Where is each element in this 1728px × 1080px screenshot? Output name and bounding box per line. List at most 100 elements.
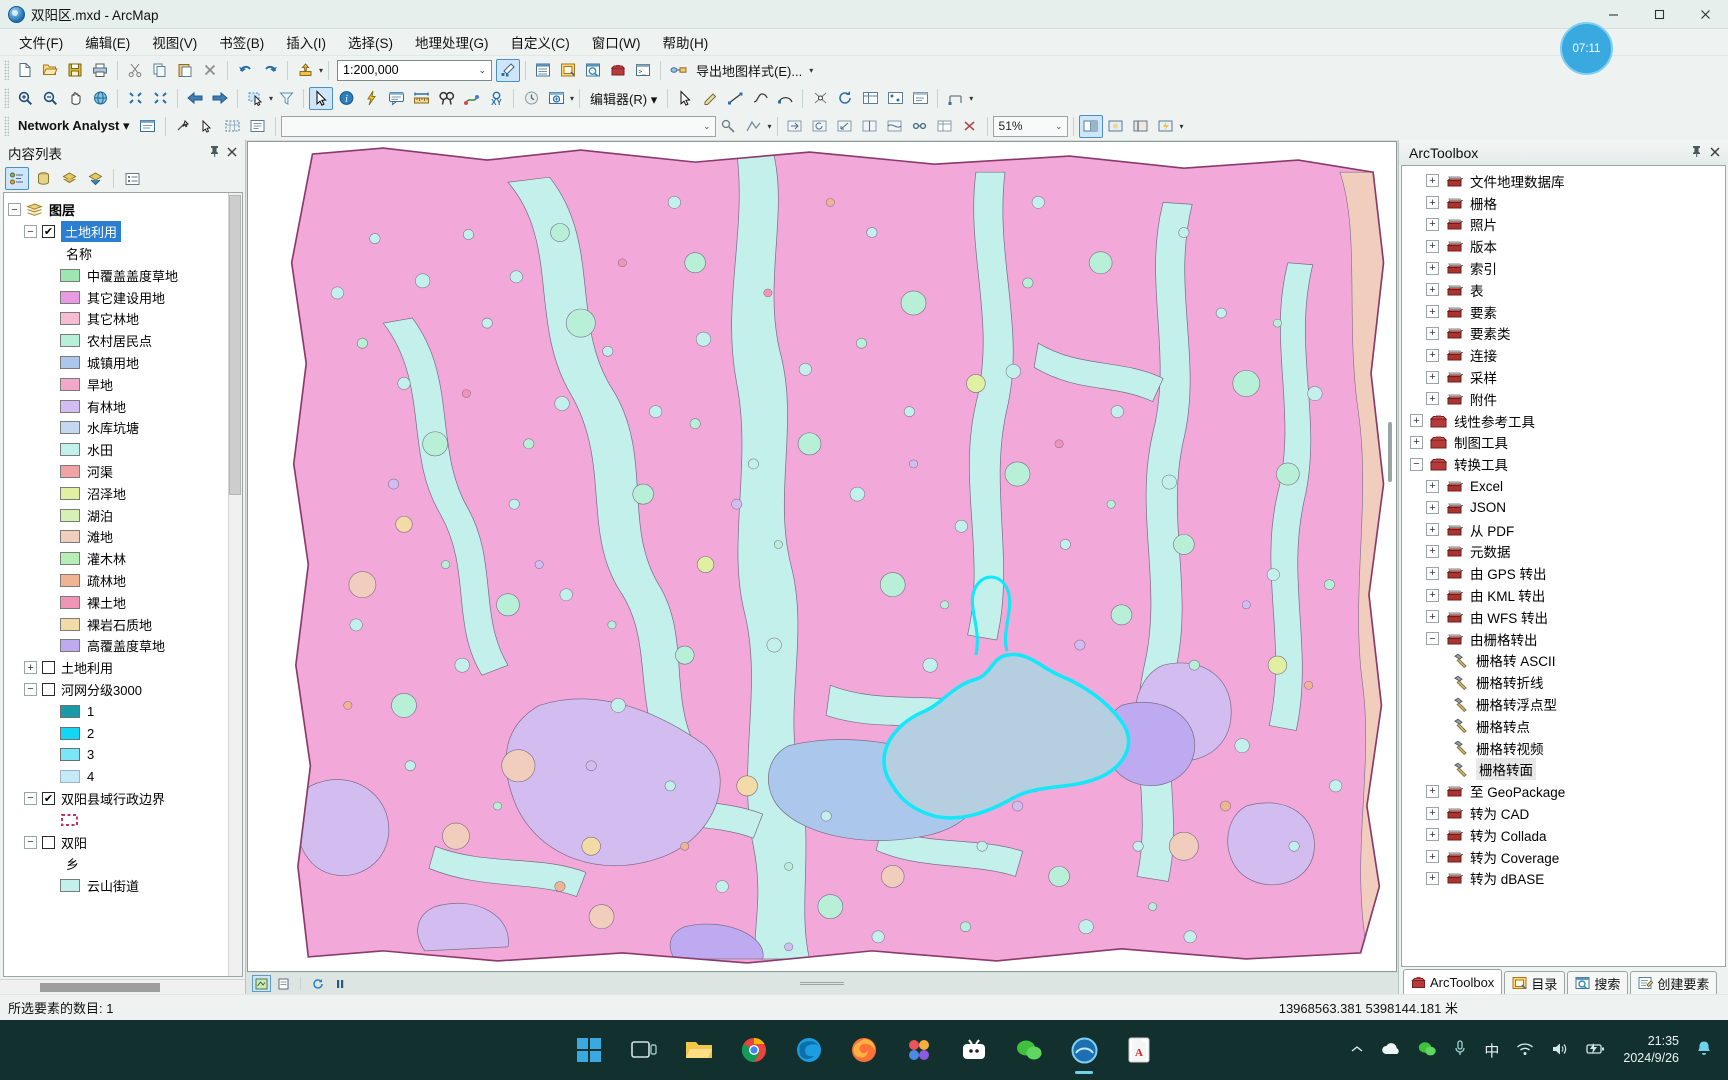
redo-icon[interactable] bbox=[258, 59, 282, 82]
arctoolbox-tree-item[interactable]: + 由 KML 转出 bbox=[1402, 584, 1725, 606]
taskbar-clock[interactable]: 21:35 2024/9/26 bbox=[1623, 1033, 1679, 1067]
arctoolbox-tree-item[interactable]: + 采样 bbox=[1402, 366, 1725, 388]
arctoolbox-tree-item[interactable]: + 元数据 bbox=[1402, 541, 1725, 563]
pause-drawing-icon[interactable] bbox=[330, 975, 349, 992]
arctoolbox-tree-item[interactable]: + 索引 bbox=[1402, 257, 1725, 279]
tools-overflow-icon[interactable]: ▾ bbox=[570, 94, 574, 103]
arctoolbox-tree-item[interactable]: + 制图工具 bbox=[1402, 432, 1725, 454]
toolbar-grip[interactable] bbox=[4, 60, 9, 80]
expander-toggle[interactable]: + bbox=[1426, 806, 1439, 820]
tab-arctoolbox[interactable]: ArcToolbox bbox=[1403, 969, 1503, 994]
toc-layer-shuangyang[interactable]: − 双阳 bbox=[4, 831, 242, 853]
toc-legend-item[interactable]: 旱地 bbox=[4, 373, 242, 395]
toc-legend-item[interactable]: 城镇用地 bbox=[4, 352, 242, 374]
toc-tree[interactable]: − 图层 − ✔ 土地利用 名称 中覆盖盖度草地 其它建设用地 其它林地 农村居民点 城镇用地 旱地有… bbox=[3, 192, 243, 977]
new-map-icon[interactable] bbox=[13, 59, 37, 82]
map-resize-handle[interactable] bbox=[800, 982, 844, 985]
go-back-extent-icon[interactable] bbox=[183, 87, 207, 110]
notifications-icon[interactable] bbox=[1696, 1040, 1712, 1060]
land-use-2-expand-toggle[interactable]: + bbox=[24, 661, 37, 675]
export-dropdown-icon[interactable]: ▾ bbox=[809, 66, 813, 75]
wifi-icon[interactable] bbox=[1516, 1042, 1534, 1059]
expander-toggle[interactable]: + bbox=[1426, 392, 1439, 406]
wechat-icon[interactable] bbox=[1011, 1032, 1047, 1068]
arctoolbox-tree-item[interactable]: + 转为 dBASE bbox=[1402, 868, 1725, 890]
expander-toggle[interactable]: + bbox=[1426, 283, 1439, 297]
toc-close-icon[interactable] bbox=[227, 145, 237, 160]
network-dataset-combo[interactable]: ⌄ bbox=[280, 115, 716, 137]
expander-toggle[interactable]: + bbox=[1426, 828, 1439, 842]
arctoolbox-tree-item[interactable]: + 至 GeoPackage bbox=[1402, 780, 1725, 802]
expander-toggle[interactable]: + bbox=[1426, 261, 1439, 275]
tab-create-features[interactable]: 创建要素 bbox=[1630, 971, 1718, 994]
create-features-window-icon[interactable] bbox=[908, 87, 932, 110]
edit-vertices-icon[interactable] bbox=[496, 58, 521, 82]
layout-view-icon[interactable] bbox=[274, 975, 293, 992]
expander-toggle[interactable]: + bbox=[1410, 435, 1423, 449]
toc-legend-item[interactable]: 河渠 bbox=[4, 461, 242, 483]
georef-flip-icon[interactable] bbox=[858, 115, 882, 138]
select-dropdown-icon[interactable]: ▾ bbox=[269, 94, 273, 103]
expander-toggle[interactable]: + bbox=[1426, 850, 1439, 864]
snapping-toolbar-icon[interactable] bbox=[943, 87, 967, 110]
toc-legend-item[interactable]: 裸岩石质地 bbox=[4, 613, 242, 635]
admin-boundary-collapse-toggle[interactable]: − bbox=[24, 791, 37, 805]
toc-stream-class-item[interactable]: 2 bbox=[4, 722, 242, 744]
na-toolbar-grip[interactable] bbox=[4, 116, 9, 136]
na-overflow-icon[interactable]: ▾ bbox=[768, 122, 772, 131]
save-icon[interactable] bbox=[63, 59, 87, 82]
select-elements-icon[interactable] bbox=[309, 86, 334, 110]
toc-legend-item[interactable]: 中覆盖盖度草地 bbox=[4, 264, 242, 286]
chrome-icon[interactable] bbox=[736, 1032, 772, 1068]
arctoolbox-tree-item[interactable]: + 照片 bbox=[1402, 214, 1725, 236]
refresh-view-icon[interactable] bbox=[308, 975, 327, 992]
toc-shuangyang-legend-item[interactable]: 云山街道 bbox=[4, 875, 242, 897]
table-of-contents-icon[interactable] bbox=[531, 59, 555, 82]
expander-toggle[interactable]: + bbox=[1426, 544, 1439, 558]
toc-options-icon[interactable] bbox=[120, 167, 144, 190]
endpoint-arc-icon[interactable] bbox=[773, 87, 797, 110]
toc-legend-item[interactable]: 农村居民点 bbox=[4, 330, 242, 352]
file-explorer-icon[interactable] bbox=[681, 1032, 717, 1068]
toc-stream-class-item[interactable]: 1 bbox=[4, 700, 242, 722]
map-scroll-indicator[interactable] bbox=[1388, 422, 1392, 482]
catalog-icon[interactable] bbox=[556, 59, 580, 82]
chevron-down-icon[interactable]: ⌄ bbox=[478, 65, 486, 76]
onedrive-icon[interactable] bbox=[1381, 1042, 1401, 1059]
expander-toggle[interactable]: − bbox=[1426, 632, 1439, 646]
effects-overflow-icon[interactable]: ▾ bbox=[1180, 122, 1184, 131]
land-use-visibility-checkbox[interactable]: ✔ bbox=[42, 225, 55, 239]
time-slider-icon[interactable] bbox=[519, 87, 543, 110]
arctoolbox-close-icon[interactable] bbox=[1710, 145, 1720, 160]
expander-toggle[interactable]: + bbox=[1426, 610, 1439, 624]
toc-legend-item[interactable]: 有林地 bbox=[4, 395, 242, 417]
edit-annotation-icon[interactable] bbox=[698, 87, 722, 110]
create-network-location-icon[interactable] bbox=[171, 115, 195, 138]
admin-boundary-visibility-checkbox[interactable]: ✔ bbox=[42, 791, 55, 805]
edit-tool-icon[interactable] bbox=[673, 87, 697, 110]
add-data-icon[interactable] bbox=[293, 59, 317, 82]
georef-shift-icon[interactable] bbox=[783, 115, 807, 138]
menu-bookmarks[interactable]: 书签(B) bbox=[208, 29, 275, 55]
go-to-xy-icon[interactable]: XY bbox=[484, 87, 508, 110]
effects-swipe-icon[interactable] bbox=[1129, 115, 1153, 138]
expander-toggle[interactable]: + bbox=[1426, 588, 1439, 602]
arctoolbox-tree-item[interactable]: + 表 bbox=[1402, 279, 1725, 301]
search-window-icon[interactable] bbox=[581, 59, 605, 82]
menu-geoprocessing[interactable]: 地理处理(G) bbox=[404, 29, 500, 55]
expander-toggle[interactable]: + bbox=[1426, 479, 1439, 493]
arctoolbox-tree[interactable]: + 文件地理数据库 + 栅格 + 照片 + 版本 + 索引 + 表 + 要素 + 要素类 + 连接 + 采样 + 附件 + 线… bbox=[1401, 165, 1726, 967]
network-analyst-window-icon[interactable] bbox=[136, 115, 160, 138]
network-identify-icon[interactable] bbox=[717, 115, 741, 138]
tools-overflow2-icon[interactable]: ▾ bbox=[969, 94, 973, 103]
arctoolbox-tree-item[interactable]: 栅格转 ASCII bbox=[1402, 650, 1725, 672]
toc-legend-item[interactable]: 水田 bbox=[4, 439, 242, 461]
toc-vertical-scrollbar[interactable] bbox=[228, 193, 242, 976]
arctoolbox-tree-item[interactable]: + 线性参考工具 bbox=[1402, 410, 1725, 432]
expander-toggle[interactable]: − bbox=[1410, 457, 1423, 471]
microphone-icon[interactable] bbox=[1453, 1040, 1467, 1060]
html-popup-icon[interactable] bbox=[384, 87, 408, 110]
map-canvas[interactable] bbox=[247, 141, 1397, 972]
georef-delete-icon[interactable] bbox=[958, 115, 982, 138]
create-viewer-window-icon[interactable] bbox=[544, 87, 568, 110]
